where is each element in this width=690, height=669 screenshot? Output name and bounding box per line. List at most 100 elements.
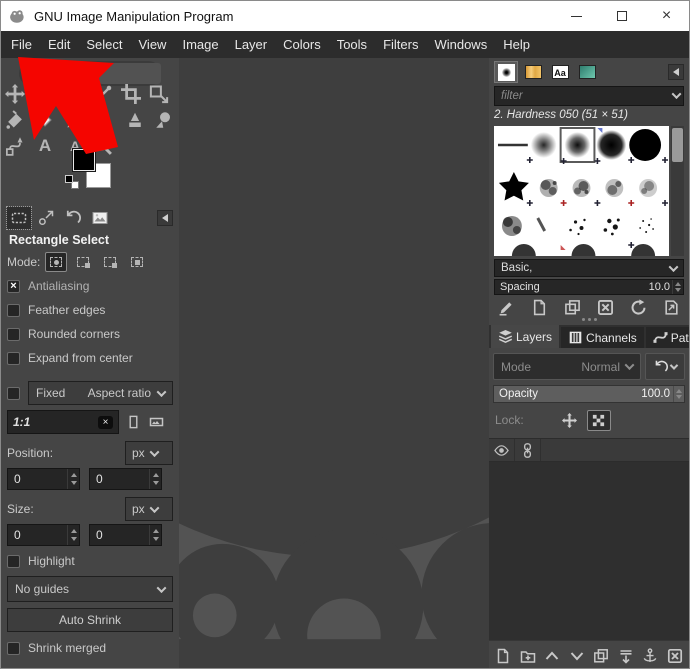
tool-move[interactable] (5, 84, 25, 104)
tab-fonts[interactable]: Aa (548, 61, 572, 83)
scrollbar-thumb[interactable] (672, 128, 683, 162)
lock-pixels-button[interactable] (529, 410, 553, 431)
new-layer-group-icon[interactable] (520, 648, 536, 664)
menu-tools[interactable]: Tools (329, 31, 375, 58)
tool-crop[interactable] (121, 84, 141, 104)
opacity-spinner[interactable] (673, 386, 684, 402)
tab-gradients[interactable] (575, 61, 599, 83)
menu-filters[interactable]: Filters (375, 31, 426, 58)
duplicate-brush-icon[interactable] (564, 299, 581, 316)
edit-brush-icon[interactable] (498, 299, 515, 316)
antialiasing-checkbox[interactable]: × (7, 279, 20, 293)
menu-select[interactable]: Select (78, 31, 130, 58)
brush-grid-scrollbar[interactable] (671, 126, 684, 256)
minimize-button[interactable] (554, 1, 599, 31)
tab-device-status[interactable] (34, 207, 58, 229)
portrait-button[interactable] (126, 414, 141, 430)
size-unit-dropdown[interactable]: px (125, 497, 173, 521)
guides-dropdown[interactable]: No guides (7, 576, 173, 602)
landscape-button[interactable] (148, 414, 165, 430)
menu-help[interactable]: Help (495, 31, 538, 58)
lower-layer-icon[interactable] (569, 648, 585, 664)
tab-undo-history[interactable] (61, 207, 85, 229)
tab-images[interactable] (88, 207, 112, 229)
size-width-field[interactable]: 0 (7, 524, 80, 546)
close-button[interactable]: × (644, 1, 689, 31)
visibility-column[interactable] (489, 439, 515, 461)
delete-brush-icon[interactable] (597, 299, 614, 316)
tool-transform[interactable] (149, 84, 169, 104)
maximize-button[interactable] (599, 1, 644, 31)
spacing-slider[interactable]: Spacing 10.0 (494, 279, 684, 295)
anchor-layer-icon[interactable] (642, 648, 658, 664)
tab-patterns[interactable] (521, 61, 545, 83)
menu-view[interactable]: View (131, 31, 175, 58)
tool-eraser[interactable] (35, 110, 55, 130)
new-layer-icon[interactable] (495, 648, 511, 664)
tool-pencil[interactable] (65, 84, 85, 104)
tab-paths[interactable]: Paths (645, 327, 689, 348)
menu-file[interactable]: File (3, 31, 40, 58)
spinner[interactable] (149, 469, 161, 489)
refresh-brushes-icon[interactable] (630, 299, 647, 316)
spacing-spinner[interactable] (672, 280, 683, 294)
opacity-slider[interactable]: Opacity 100.0 (493, 385, 685, 403)
menu-edit[interactable]: Edit (40, 31, 78, 58)
tool-clone[interactable] (125, 110, 145, 130)
mode-switch-button[interactable] (645, 353, 685, 380)
tab-brushes[interactable] (494, 61, 518, 83)
tool-paths[interactable] (5, 136, 25, 156)
spinner[interactable] (67, 469, 79, 489)
size-height-field[interactable]: 0 (89, 524, 162, 546)
ratio-entry[interactable]: 1:1 × (7, 410, 119, 434)
tool-smudge[interactable] (153, 110, 173, 130)
tab-channels[interactable]: Channels (561, 327, 644, 348)
expand-from-center-checkbox[interactable] (7, 351, 20, 365)
panel-menu-button[interactable] (668, 64, 684, 80)
brush-grid[interactable] (489, 126, 689, 256)
tool-text[interactable]: A (35, 136, 55, 156)
lock-position-button[interactable] (558, 410, 582, 431)
menu-windows[interactable]: Windows (426, 31, 495, 58)
mode-subtract-button[interactable] (99, 252, 121, 272)
fixed-checkbox[interactable] (7, 386, 20, 400)
raise-layer-icon[interactable] (544, 648, 560, 664)
open-brush-icon[interactable] (663, 299, 680, 316)
canvas-area[interactable] (179, 58, 489, 668)
brush-group-dropdown[interactable]: Basic, (494, 259, 684, 277)
tool-measure[interactable] (93, 84, 113, 104)
layer-mode-dropdown[interactable]: Mode Normal (493, 353, 641, 380)
position-unit-dropdown[interactable]: px (125, 441, 173, 465)
menu-colors[interactable]: Colors (275, 31, 329, 58)
dock-resize-grip[interactable] (489, 316, 689, 323)
menu-layer[interactable]: Layer (227, 31, 276, 58)
tool-paintbrush[interactable] (35, 84, 55, 104)
clear-icon[interactable]: × (98, 415, 113, 429)
shrink-merged-checkbox[interactable] (7, 641, 20, 655)
new-brush-icon[interactable] (531, 299, 548, 316)
lock-alpha-button[interactable] (586, 409, 611, 431)
fixed-aspect-combo[interactable]: Fixed Aspect ratio (28, 381, 173, 405)
layer-list[interactable] (489, 462, 689, 640)
position-x-field[interactable]: 0 (7, 468, 80, 490)
tool-gradient[interactable] (65, 110, 85, 130)
merge-down-icon[interactable] (618, 648, 634, 664)
mode-replace-button[interactable] (45, 252, 68, 272)
panel-menu-button[interactable] (157, 210, 173, 226)
swap-colors-icon[interactable] (100, 147, 113, 160)
menu-image[interactable]: Image (174, 31, 226, 58)
delete-layer-icon[interactable] (667, 648, 683, 664)
link-column[interactable] (515, 439, 541, 461)
foreground-color-swatch[interactable] (72, 148, 96, 172)
auto-shrink-button[interactable]: Auto Shrink (7, 608, 173, 632)
mode-add-button[interactable] (72, 252, 94, 272)
duplicate-layer-icon[interactable] (593, 648, 609, 664)
spinner[interactable] (67, 525, 79, 545)
position-y-field[interactable]: 0 (89, 468, 162, 490)
tool-bucket-fill[interactable] (5, 110, 25, 130)
tab-layers[interactable]: Layers (491, 325, 560, 348)
highlight-checkbox[interactable] (7, 554, 20, 568)
brush-filter-input[interactable] (494, 86, 684, 106)
default-colors-icon[interactable] (65, 175, 81, 191)
feather-edges-checkbox[interactable] (7, 303, 20, 317)
